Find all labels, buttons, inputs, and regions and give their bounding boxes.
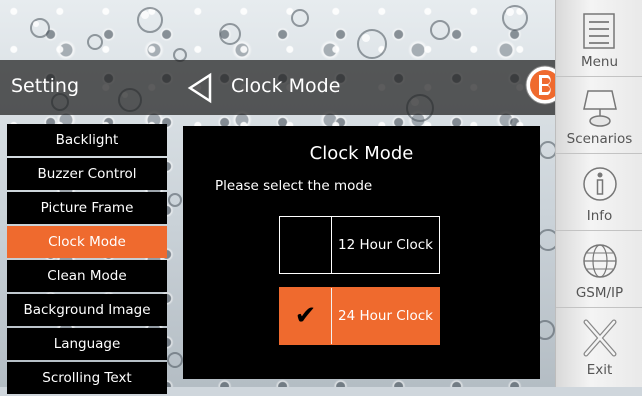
- option-label: 24 Hour Clock: [338, 308, 433, 324]
- menu-item-scrolling-text[interactable]: Scrolling Text: [7, 362, 167, 394]
- header-section-label: Setting: [11, 75, 80, 97]
- dialog-prompt: Please select the mode: [215, 178, 373, 194]
- info-icon: [583, 167, 617, 201]
- option-label: 12 Hour Clock: [338, 237, 433, 253]
- right-toolbar: Menu Scenarios Info GSM/IP Exit: [555, 0, 642, 387]
- menu-item-backlight[interactable]: Backlight: [7, 124, 167, 156]
- scenarios-lamp-icon: [583, 90, 617, 127]
- toolbar-gsm-ip-button[interactable]: GSM/IP: [556, 231, 642, 308]
- menu-item-buzzer-control[interactable]: Buzzer Control: [7, 158, 167, 190]
- checkmark-icon[interactable]: ✔: [280, 288, 332, 344]
- settings-menu: Backlight Buzzer Control Picture Frame C…: [7, 124, 167, 396]
- toolbar-label: GSM/IP: [575, 285, 624, 301]
- dialog-title: Clock Mode: [309, 143, 414, 164]
- menu-item-background-image[interactable]: Background Image: [7, 294, 167, 326]
- menu-list-icon: [583, 13, 615, 49]
- toolbar-label: Scenarios: [566, 131, 633, 147]
- menu-item-language[interactable]: Language: [7, 328, 167, 360]
- globe-icon: [583, 244, 617, 278]
- clock-mode-dialog: Clock Mode Please select the mode 12 Hou…: [183, 126, 540, 379]
- option-24-hour-clock[interactable]: ✔ 24 Hour Clock: [279, 287, 440, 345]
- toolbar-label: Exit: [586, 362, 613, 378]
- toolbar-label: Menu: [580, 54, 619, 70]
- toolbar-menu-button[interactable]: Menu: [556, 0, 642, 77]
- toolbar-scenarios-button[interactable]: Scenarios: [556, 77, 642, 154]
- back-arrow-icon[interactable]: [186, 72, 214, 108]
- option-12-hour-clock[interactable]: 12 Hour Clock: [279, 216, 440, 274]
- header-title: Clock Mode: [231, 75, 341, 97]
- option-checkbox[interactable]: [280, 217, 332, 273]
- menu-item-clean-mode[interactable]: Clean Mode: [7, 260, 167, 292]
- toolbar-exit-button[interactable]: Exit: [556, 308, 642, 385]
- toolbar-info-button[interactable]: Info: [556, 154, 642, 231]
- exit-x-icon: [583, 319, 617, 357]
- toolbar-label: Info: [586, 208, 613, 224]
- menu-item-clock-mode[interactable]: Clock Mode: [7, 226, 167, 258]
- menu-item-picture-frame[interactable]: Picture Frame: [7, 192, 167, 224]
